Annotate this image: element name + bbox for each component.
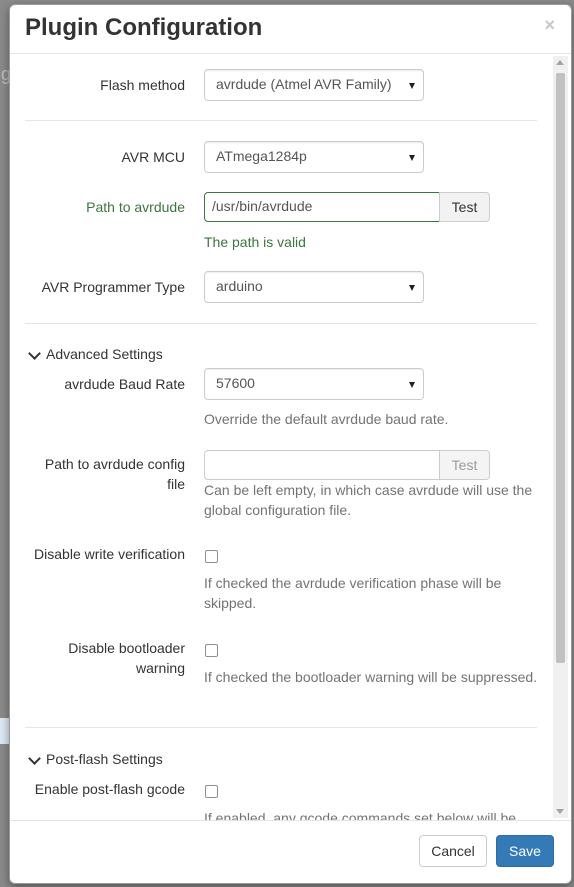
dialog-footer: Cancel Save (10, 820, 571, 883)
save-button[interactable]: Save (496, 835, 554, 867)
divider (25, 323, 537, 324)
dialog-body[interactable]: Flash method avrdude (Atmel AVR Family) … (10, 54, 571, 820)
disable-bootloader-label-line: warning (135, 660, 185, 676)
path-avrdude-input[interactable]: /usr/bin/avrdude (204, 192, 440, 222)
dropdown-caret-icon (409, 285, 415, 291)
disable-bootloader-label-line: Disable bootloader (68, 640, 185, 656)
avr-mcu-select[interactable]: ATmega1284p (204, 141, 424, 173)
programmer-type-select[interactable]: arduino (204, 271, 424, 303)
disable-verification-checkbox[interactable] (205, 550, 218, 563)
background-highlight (0, 718, 9, 744)
scroll-down-arrow-icon[interactable] (556, 809, 564, 814)
enable-post-flash-gcode-help: If enabled, any gcode commands set below… (204, 810, 517, 820)
dropdown-caret-icon (409, 382, 415, 388)
baud-rate-label: avrdude Baud Rate (64, 376, 185, 392)
path-valid-message: The path is valid (204, 234, 306, 250)
dialog-header: Plugin Configuration × (10, 5, 571, 54)
config-path-label-line: file (167, 476, 185, 492)
dialog-title: Plugin Configuration (25, 14, 263, 41)
avr-mcu-label: AVR MCU (121, 149, 185, 165)
programmer-type-value: arduino (216, 278, 263, 294)
flash-method-value: avrdude (Atmel AVR Family) (216, 76, 392, 92)
scroll-up-arrow-icon[interactable] (556, 60, 564, 65)
vertical-scrollbar[interactable] (553, 56, 568, 818)
disable-bootloader-warning-help: If checked the bootloader warning will b… (204, 669, 538, 685)
chevron-down-icon (28, 346, 41, 360)
programmer-type-label: AVR Programmer Type (41, 279, 185, 295)
test-avrdude-path-button[interactable]: Test (439, 192, 490, 222)
divider (25, 727, 537, 728)
test-config-path-button[interactable]: Test (439, 450, 490, 480)
enable-post-flash-gcode-label: Enable post-flash gcode (34, 781, 185, 797)
advanced-settings-title: Advanced Settings (46, 346, 163, 362)
config-path-help: Can be left empty, in which case avrdude… (204, 482, 533, 518)
close-icon[interactable]: × (544, 16, 555, 34)
plugin-configuration-dialog: Plugin Configuration × Flash method avrd… (9, 4, 572, 884)
scrollbar-thumb[interactable] (556, 73, 565, 663)
cancel-button[interactable]: Cancel (419, 835, 487, 867)
enable-post-flash-gcode-checkbox[interactable] (205, 785, 218, 798)
baud-rate-value: 57600 (216, 375, 255, 391)
baud-rate-select[interactable]: 57600 (204, 368, 424, 400)
disable-bootloader-warning-checkbox[interactable] (205, 644, 218, 657)
disable-verification-label: Disable write verification (34, 546, 185, 562)
config-path-label-line: Path to avrdude config (44, 456, 185, 472)
post-flash-settings-toggle[interactable]: Post-flash Settings (27, 749, 163, 769)
config-path-input[interactable] (204, 450, 440, 480)
advanced-settings-toggle[interactable]: Advanced Settings (27, 344, 163, 364)
path-avrdude-label: Path to avrdude (86, 199, 185, 215)
flash-method-label: Flash method (100, 77, 185, 93)
avr-mcu-value: ATmega1284p (216, 148, 307, 164)
chevron-down-icon (28, 751, 41, 765)
dropdown-caret-icon (409, 83, 415, 89)
divider (25, 120, 537, 121)
path-avrdude-value: /usr/bin/avrdude (212, 198, 313, 214)
post-flash-settings-title: Post-flash Settings (46, 751, 163, 767)
config-path-label: Path to avrdude config file (25, 454, 185, 494)
disable-verification-help: If checked the avrdude verification phas… (204, 575, 502, 611)
flash-method-select[interactable]: avrdude (Atmel AVR Family) (204, 69, 424, 101)
dropdown-caret-icon (409, 155, 415, 161)
baud-rate-help: Override the default avrdude baud rate. (204, 411, 449, 427)
disable-bootloader-warning-label: Disable bootloader warning (25, 638, 185, 678)
